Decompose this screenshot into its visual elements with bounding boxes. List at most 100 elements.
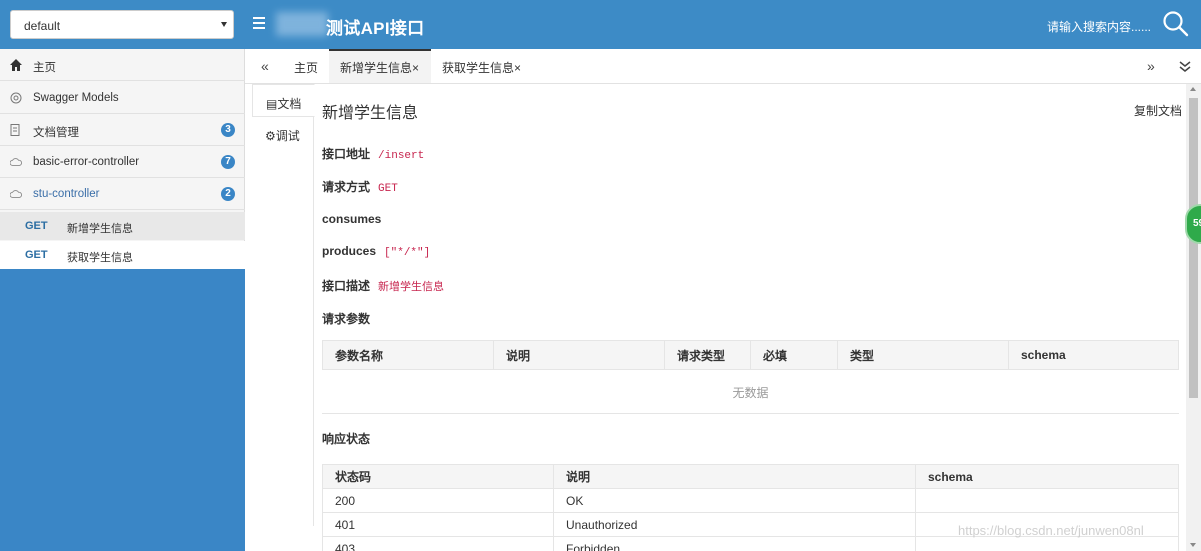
scroll-up-icon[interactable] bbox=[1190, 87, 1196, 91]
doc-icon: ▤ bbox=[266, 97, 278, 111]
column-header: 状态码 bbox=[322, 464, 554, 489]
count-badge: 3 bbox=[221, 123, 235, 137]
status-desc: OK bbox=[553, 488, 916, 513]
cloud-icon bbox=[10, 190, 22, 198]
status-schema bbox=[915, 488, 1179, 513]
field-label: 请求方式 bbox=[322, 180, 371, 194]
request-params-table: 参数名称 说明 请求类型 必填 类型 schema bbox=[322, 340, 1179, 370]
page-title: 新增学生信息 bbox=[322, 105, 419, 122]
scrollbar-thumb[interactable] bbox=[1189, 98, 1198, 398]
app-title: 测试API接口 bbox=[326, 19, 425, 38]
column-header: 必填 bbox=[750, 340, 838, 370]
request-method-field: 请求方式 GET bbox=[322, 178, 398, 195]
table-row: 403 Forbidden bbox=[322, 536, 1179, 551]
sidebar-item-label: basic-error-controller bbox=[33, 156, 140, 168]
column-header: schema bbox=[1008, 340, 1179, 370]
tab-label: 文档 bbox=[277, 97, 302, 111]
column-header: 参数名称 bbox=[322, 340, 494, 370]
bug-icon: ⚙ bbox=[265, 129, 276, 143]
tab-debug[interactable]: ⚙调试 bbox=[252, 117, 314, 150]
search-input[interactable]: 请输入搜索内容...... bbox=[1047, 18, 1151, 35]
status-desc: Unauthorized bbox=[553, 512, 916, 537]
count-badge: 7 bbox=[221, 155, 235, 169]
tab-scroll-right-icon[interactable]: » bbox=[1147, 58, 1155, 74]
tab-doc[interactable]: ▤文档 bbox=[252, 84, 315, 117]
no-data-message: 无数据 bbox=[322, 370, 1179, 414]
field-value: ["*/*"] bbox=[384, 247, 431, 259]
sidebar-subitem-add-student[interactable]: GET 新增学生信息 bbox=[0, 212, 245, 240]
status-code: 403 bbox=[322, 536, 554, 551]
tab-menu-icon[interactable] bbox=[1179, 60, 1191, 74]
home-icon bbox=[10, 59, 22, 71]
count-badge: 2 bbox=[221, 187, 235, 201]
field-value: 新增学生信息 bbox=[378, 281, 445, 293]
sidebar-item-basic-error-controller[interactable]: basic-error-controller 7 bbox=[0, 146, 245, 178]
title-redaction bbox=[276, 12, 328, 36]
tab-add-student[interactable]: 新增学生信息× bbox=[329, 49, 431, 83]
response-status-label: 响应状态 bbox=[322, 432, 371, 446]
group-select[interactable]: default bbox=[10, 10, 234, 39]
api-url-field: 接口地址/insert bbox=[322, 145, 424, 162]
group-select-value: default bbox=[24, 19, 61, 33]
field-label: produces bbox=[322, 244, 377, 258]
column-header: 说明 bbox=[493, 340, 665, 370]
column-header: 请求类型 bbox=[664, 340, 751, 370]
sidebar-item-home[interactable]: 主页 bbox=[0, 49, 245, 81]
field-label: 接口地址 bbox=[322, 147, 371, 161]
menu-toggle-icon[interactable] bbox=[253, 14, 267, 34]
http-method: GET bbox=[25, 220, 48, 232]
table-header-row: 状态码 说明 schema bbox=[322, 464, 1179, 489]
sidebar-item-label: 文档管理 bbox=[33, 127, 79, 139]
column-header: 说明 bbox=[553, 464, 916, 489]
table-row: 200 OK bbox=[322, 488, 1179, 513]
status-schema bbox=[915, 536, 1179, 551]
field-label: 接口描述 bbox=[322, 279, 371, 293]
produces-field: produces ["*/*"] bbox=[322, 244, 430, 259]
tab-home[interactable]: 主页 bbox=[294, 49, 318, 83]
tab-bar: « 主页 新增学生信息× 获取学生信息× » bbox=[245, 49, 1201, 84]
http-method: GET bbox=[25, 249, 48, 261]
field-value: GET bbox=[378, 183, 398, 195]
sidebar-item-swagger-models[interactable]: Swagger Models bbox=[0, 82, 245, 114]
column-header: schema bbox=[915, 464, 1179, 489]
tab-label: 主页 bbox=[294, 61, 319, 75]
sidebar-item-label: 主页 bbox=[33, 62, 56, 74]
consumes-field: consumes bbox=[322, 212, 381, 226]
floating-badge[interactable]: 59 bbox=[1185, 204, 1201, 244]
tab-label: 新增学生信息× bbox=[340, 61, 420, 75]
vertical-scrollbar[interactable] bbox=[1186, 84, 1201, 551]
table-header-row: 参数名称 说明 请求类型 必填 类型 schema bbox=[322, 340, 1179, 370]
copy-doc-button[interactable]: 复制文档 bbox=[1134, 102, 1182, 119]
sidebar-subitem-get-student[interactable]: GET 获取学生信息 bbox=[0, 241, 245, 269]
sidebar-item-label: stu-controller bbox=[33, 188, 100, 200]
watermark: https://blog.csdn.net/junwen08nl bbox=[958, 523, 1144, 538]
cloud-icon bbox=[10, 158, 22, 166]
sidebar: 主页 Swagger Models 文档管理 3 basic-error-con… bbox=[0, 49, 245, 551]
sidebar-subitem-label: 获取学生信息 bbox=[67, 252, 133, 264]
scroll-down-icon[interactable] bbox=[1190, 543, 1196, 547]
request-params-label: 请求参数 bbox=[322, 312, 371, 326]
status-desc: Forbidden bbox=[553, 536, 916, 551]
tab-scroll-left-icon[interactable]: « bbox=[261, 58, 269, 74]
field-label: consumes bbox=[322, 212, 382, 226]
status-code: 200 bbox=[322, 488, 554, 513]
status-code: 401 bbox=[322, 512, 554, 537]
chevron-down-icon bbox=[221, 22, 227, 27]
column-header: 类型 bbox=[837, 340, 1009, 370]
doc-debug-tabs: ▤文档 ⚙调试 bbox=[252, 84, 315, 526]
tab-label: 获取学生信息× bbox=[442, 61, 522, 75]
models-icon bbox=[10, 92, 22, 104]
description-field: 接口描述 新增学生信息 bbox=[322, 277, 444, 294]
sidebar-subitem-label: 新增学生信息 bbox=[67, 223, 133, 235]
field-value: /insert bbox=[378, 150, 425, 162]
sidebar-item-doc-manage[interactable]: 文档管理 3 bbox=[0, 114, 245, 146]
sidebar-background bbox=[0, 269, 245, 551]
sidebar-item-label: Swagger Models bbox=[33, 92, 119, 104]
search-icon[interactable] bbox=[1162, 10, 1190, 38]
tab-get-student[interactable]: 获取学生信息× bbox=[442, 49, 521, 83]
tab-label: 调试 bbox=[275, 129, 300, 143]
sidebar-item-stu-controller[interactable]: stu-controller 2 bbox=[0, 178, 245, 210]
doc-content: 新增学生信息 复制文档 接口地址/insert 请求方式 GET consumes… bbox=[314, 84, 1186, 551]
doc-manage-icon bbox=[10, 124, 20, 136]
top-header: default 测试API接口 请输入搜索内容...... bbox=[0, 0, 1201, 49]
